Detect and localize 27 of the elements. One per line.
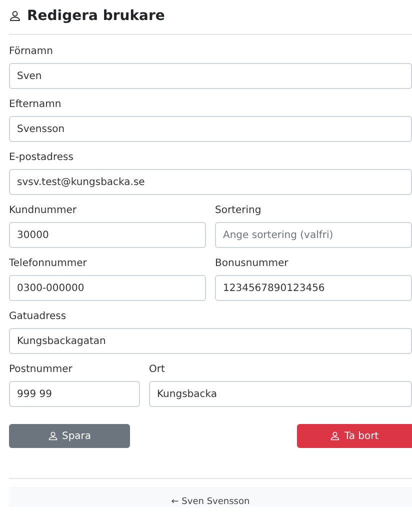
input-field[interactable]: Ange sortering (valfri) [215, 222, 412, 248]
field-label: Telefonnummer [9, 257, 88, 270]
field-label: Sortering [215, 204, 262, 217]
back-link[interactable]: ← Sven Svensson [171, 497, 250, 507]
input-field[interactable]: Kungsbackagatan [9, 328, 412, 354]
field-label: Kundnummer [9, 204, 78, 217]
input-field[interactable]: svsv.test@kungsbacka.se [9, 169, 412, 195]
field-label: Förnamn [9, 45, 54, 58]
field-label: Ort [149, 363, 166, 376]
field-label: E-postadress [9, 151, 74, 164]
input-field[interactable]: 999 99 [9, 381, 140, 407]
person-icon [330, 431, 340, 441]
input-field[interactable]: Sven [9, 63, 412, 89]
input-field[interactable]: 1234567890123456 [215, 275, 412, 301]
person-icon [48, 431, 58, 441]
field-label: Postnummer [9, 363, 74, 376]
field-label: Bonusnummer [215, 257, 290, 270]
field-label: Efternamn [9, 98, 62, 111]
field-label: Gatuadress [9, 310, 68, 323]
input-field[interactable]: Kungsbacka [149, 381, 412, 407]
delete-button[interactable]: Ta bort [297, 424, 412, 448]
person-icon [9, 10, 21, 22]
save-button[interactable]: Spara [9, 424, 130, 448]
input-field[interactable]: Svensson [9, 116, 412, 142]
input-field[interactable]: 0300-000000 [9, 275, 206, 301]
page-title: Redigera brukare [27, 8, 165, 24]
input-field[interactable]: 30000 [9, 222, 206, 248]
